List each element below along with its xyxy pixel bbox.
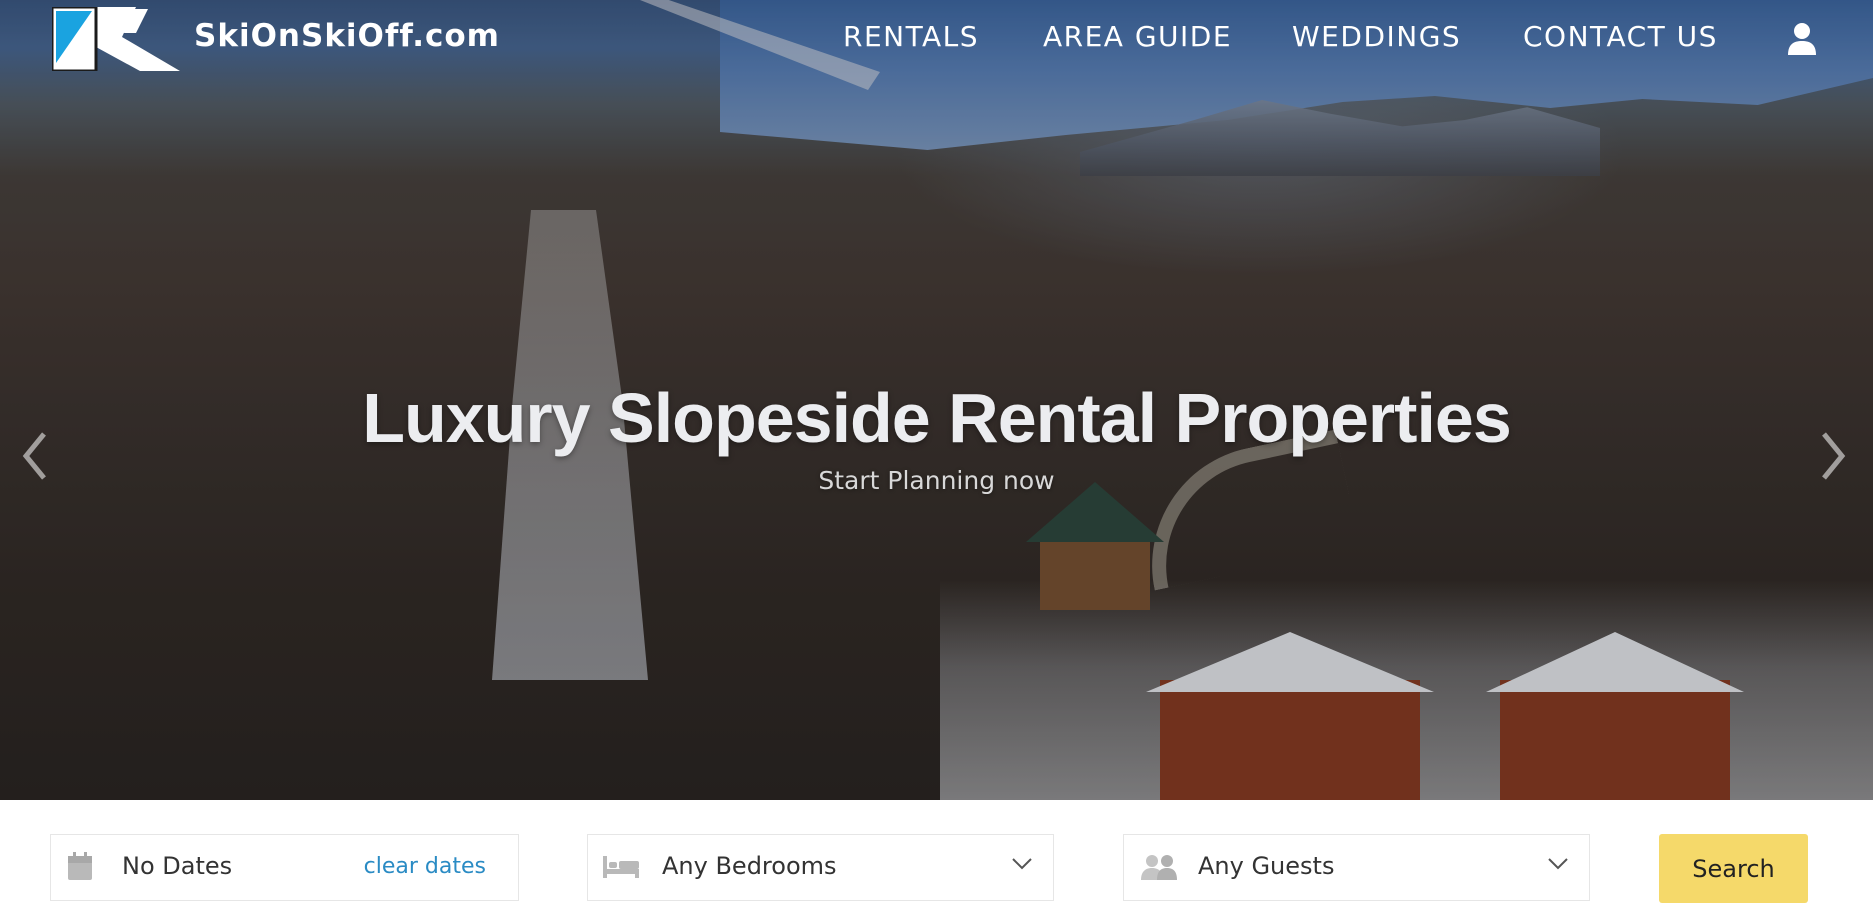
chevron-left-icon[interactable] bbox=[18, 428, 54, 484]
guests-value: Any Guests bbox=[1198, 852, 1335, 880]
search-bar: No Dates clear dates Any Bedrooms Any Gu… bbox=[0, 800, 1873, 909]
bed-icon bbox=[603, 856, 639, 878]
search-button[interactable]: Search bbox=[1659, 834, 1808, 903]
brand-name[interactable]: SkiOnSkiOff.com bbox=[194, 18, 500, 54]
nav-weddings[interactable]: WEDDINGS bbox=[1292, 20, 1461, 53]
hero-title: Luxury Slopeside Rental Properties bbox=[362, 379, 1512, 457]
calendar-icon bbox=[68, 852, 92, 880]
chevron-right-icon[interactable] bbox=[1814, 428, 1850, 484]
dates-value: No Dates bbox=[122, 852, 233, 880]
chevron-down-icon bbox=[1548, 858, 1568, 870]
clear-dates-link[interactable]: clear dates bbox=[364, 854, 486, 879]
site-header: SkiOnSkiOff.com RENTALS AREA GUIDE WEDDI… bbox=[0, 0, 1873, 80]
bedrooms-select[interactable]: Any Bedrooms bbox=[587, 834, 1054, 901]
nav-rentals[interactable]: RENTALS bbox=[843, 20, 979, 53]
user-icon[interactable] bbox=[1787, 22, 1817, 56]
dates-field[interactable]: No Dates clear dates bbox=[50, 834, 519, 901]
guests-select[interactable]: Any Guests bbox=[1123, 834, 1590, 901]
chevron-down-icon bbox=[1012, 858, 1032, 870]
hero-subtitle: Start Planning now bbox=[818, 466, 1055, 495]
ski-k-logo-icon[interactable] bbox=[52, 7, 180, 71]
bedrooms-value: Any Bedrooms bbox=[662, 852, 837, 880]
hero-banner: Luxury Slopeside Rental Properties Start… bbox=[0, 0, 1873, 800]
nav-area-guide[interactable]: AREA GUIDE bbox=[1043, 20, 1232, 53]
users-icon bbox=[1141, 855, 1177, 880]
nav-contact-us[interactable]: CONTACT US bbox=[1523, 20, 1718, 53]
